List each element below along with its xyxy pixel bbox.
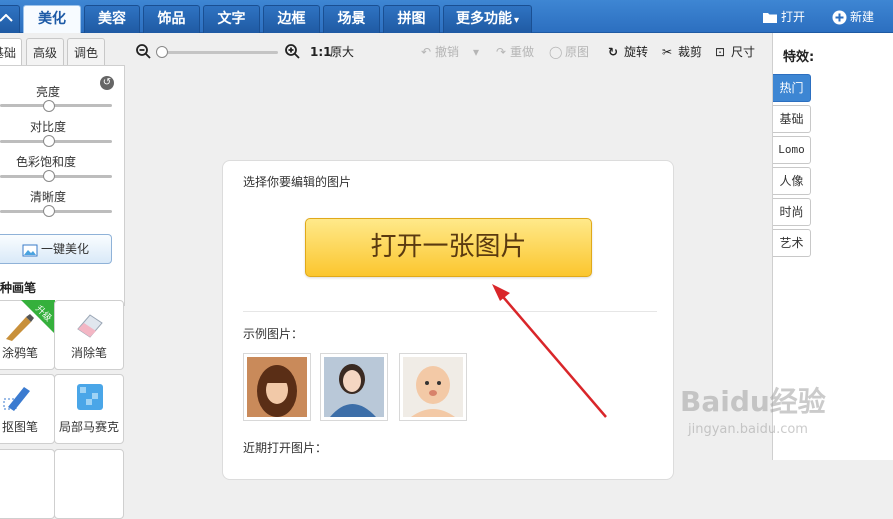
- tool-eraser-pen[interactable]: 消除笔: [54, 300, 124, 370]
- sample-baby-image: [403, 357, 463, 417]
- effect-tab-portrait[interactable]: 人像: [773, 167, 811, 195]
- zoom-knob[interactable]: [156, 46, 168, 58]
- undo-icon: ↶: [421, 45, 432, 59]
- sample-images-title: 示例图片：: [243, 327, 304, 341]
- adjust-subtabs: 基础 高级 调色: [0, 38, 126, 66]
- effects-title: 特效:: [783, 50, 815, 65]
- magic-picture-icon: [22, 244, 38, 256]
- sharpness-slider[interactable]: [0, 210, 112, 213]
- brightness-label: 亮度: [35, 85, 60, 99]
- sample-image-1[interactable]: [243, 353, 311, 421]
- tab-text[interactable]: 文字: [203, 5, 260, 33]
- tab-scene[interactable]: 场景: [323, 5, 380, 33]
- baidu-watermark-url: jingyan.baidu.com: [688, 422, 808, 437]
- undo-button[interactable]: ↶ 撤销: [421, 44, 459, 60]
- resize-button[interactable]: ⊡ 尺寸: [715, 44, 755, 60]
- one-click-beautify-button[interactable]: 一键美化: [0, 234, 112, 264]
- adjust-box: ↺ 亮度 对比度 色彩饱和度 清晰度 一键美化: [0, 65, 125, 306]
- plus-circle-icon: [832, 10, 847, 25]
- sample-girl-denim-image: [324, 357, 384, 417]
- crop-button[interactable]: ✂ 裁剪: [662, 44, 702, 60]
- saturation-knob[interactable]: [43, 170, 55, 182]
- upgrade-badge: 升级: [21, 300, 55, 334]
- sharpness-knob[interactable]: [43, 205, 55, 217]
- recent-images-title: 近期打开图片：: [243, 441, 328, 455]
- cutout-pen-icon: [3, 387, 30, 411]
- tab-accessories[interactable]: 饰品: [143, 5, 200, 33]
- tool-doodle-pen[interactable]: 升级 涂鸦笔: [0, 300, 55, 370]
- original-size-button[interactable]: 原大: [330, 44, 354, 60]
- contrast-label: 对比度: [29, 120, 66, 134]
- card-title: 选择你要编辑的图片: [243, 175, 352, 189]
- baidu-watermark: Baidu经验: [680, 385, 826, 418]
- saturation-label: 色彩饱和度: [15, 155, 76, 169]
- subtab-advanced[interactable]: 高级: [26, 38, 64, 66]
- scissors-icon: ✂: [662, 45, 673, 59]
- zoom-slider[interactable]: [158, 51, 278, 54]
- mosaic-icon: [77, 384, 103, 410]
- subtab-color[interactable]: 调色: [67, 38, 105, 66]
- sample-girl-bangs-image: [247, 357, 307, 417]
- original-circle-icon: ◯: [549, 45, 563, 59]
- brightness-knob[interactable]: [43, 100, 55, 112]
- resize-icon: ⊡: [715, 45, 726, 59]
- tab-more-features[interactable]: 更多功能 ▾: [443, 5, 532, 33]
- sample-image-3[interactable]: [399, 353, 467, 421]
- tab-beautify[interactable]: 美化: [23, 5, 81, 33]
- contrast-slider[interactable]: [0, 140, 112, 143]
- effect-tab-popular[interactable]: 热门: [773, 74, 811, 102]
- rotate-button[interactable]: ↻ 旋转: [608, 44, 648, 60]
- zoom-in-icon[interactable]: [285, 44, 300, 59]
- cutout-pen-label: 抠图笔: [1, 420, 38, 434]
- brush-section-title: 种画笔: [0, 281, 37, 295]
- home-icon: [0, 13, 13, 22]
- redo-button[interactable]: ↷ 重做: [496, 44, 534, 60]
- open-image-button[interactable]: 打开一张图片: [305, 218, 592, 277]
- effect-tab-art[interactable]: 艺术: [773, 229, 811, 257]
- redo-icon: ↷: [496, 45, 507, 59]
- caret-down-icon: ▾: [513, 15, 520, 26]
- open-button[interactable]: 打开: [762, 8, 805, 26]
- local-mosaic-label: 局部马赛克: [58, 420, 119, 434]
- red-arrow-annotation: [492, 284, 607, 418]
- zoom-out-icon[interactable]: [136, 44, 151, 59]
- canvas-area: 选择你要编辑的图片 打开一张图片 示例图片： 近期打开图片：: [128, 71, 772, 480]
- effect-tab-lomo[interactable]: Lomo: [773, 136, 811, 164]
- tab-face[interactable]: 美容: [84, 5, 140, 33]
- tool-cutout-pen[interactable]: 抠图笔: [0, 374, 55, 444]
- sharpness-label: 清晰度: [29, 190, 66, 204]
- saturation-slider[interactable]: [0, 175, 112, 178]
- new-button[interactable]: 新建: [832, 8, 874, 26]
- effect-tab-fashion[interactable]: 时尚: [773, 198, 811, 226]
- reset-icon[interactable]: ↺: [100, 76, 114, 90]
- original-image-button[interactable]: ◯ 原图: [549, 44, 589, 60]
- doodle-pen-label: 涂鸦笔: [1, 346, 38, 360]
- undo-dropdown[interactable]: ▾: [473, 44, 479, 60]
- sample-image-2[interactable]: [320, 353, 388, 421]
- rotate-icon: ↻: [608, 45, 619, 59]
- effect-tab-basic[interactable]: 基础: [773, 105, 811, 133]
- home-tab[interactable]: [0, 5, 20, 33]
- subtab-basic[interactable]: 基础: [0, 38, 22, 66]
- folder-icon: [763, 13, 777, 23]
- top-tab-bar: 美化 美容 饰品 文字 边框 场景 拼图 更多功能 ▾ 打开 新建: [0, 0, 893, 33]
- tab-frame[interactable]: 边框: [263, 5, 320, 33]
- edit-toolbar: 1:1 原大 ↶ 撤销 ▾ ↷ 重做 ◯ 原图 ↻ 旋转 ✂ 裁剪 ⊡ 尺寸: [128, 33, 772, 71]
- eraser-icon: [77, 314, 103, 338]
- caret-down-icon: ▾: [473, 45, 480, 59]
- contrast-knob[interactable]: [43, 135, 55, 147]
- tab-collage[interactable]: 拼图: [383, 5, 440, 33]
- eraser-pen-label: 消除笔: [70, 346, 107, 360]
- left-panel: 基础 高级 调色 ↺ 亮度 对比度 色彩饱和度 清晰度 一键美化 种画笔 升级 …: [0, 33, 128, 519]
- zoom-ratio[interactable]: 1:1: [310, 44, 332, 60]
- tool-local-mosaic[interactable]: 局部马赛克: [54, 374, 124, 444]
- brightness-slider[interactable]: [0, 104, 112, 107]
